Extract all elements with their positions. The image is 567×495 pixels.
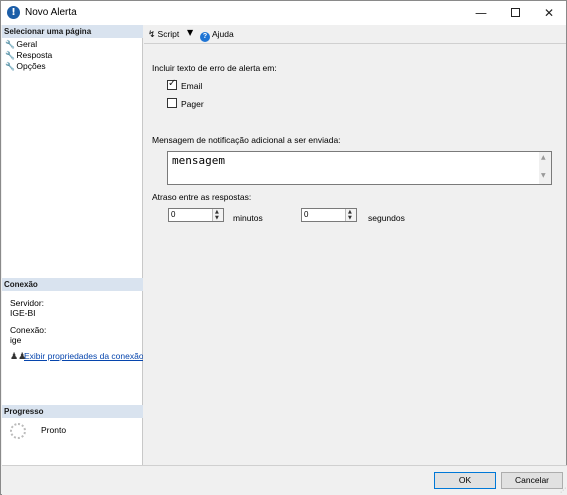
seconds-label: segundos (368, 213, 405, 223)
pager-checkbox[interactable] (167, 98, 177, 108)
window-title: Novo Alerta (25, 7, 77, 18)
help-button[interactable]: ? Ajuda (200, 29, 234, 42)
view-connection-properties-link[interactable]: Exibir propriedades da conexão (24, 351, 143, 361)
scroll-down-icon: ▼ (541, 172, 546, 179)
wrench-icon: 🔧 (5, 40, 15, 49)
delay-label: Atraso entre as respostas: (152, 192, 252, 202)
wrench-icon: 🔧 (5, 62, 15, 71)
scroll-up-icon: ▲ (541, 154, 546, 161)
minutes-stepper[interactable]: 0 ▲ ▼ (168, 208, 224, 222)
stepper-down-icon: ▼ (215, 215, 219, 221)
left-panel: Selecionar uma página 🔧 Geral 🔧 Resposta… (2, 25, 143, 465)
nav-item-resposta[interactable]: 🔧 Resposta (5, 50, 52, 61)
toolbar: ↯ Script ▼ ? Ajuda (144, 25, 566, 44)
server-label: Servidor: (10, 298, 45, 308)
maximize-button[interactable] (498, 1, 532, 25)
cancel-button[interactable]: Cancelar (501, 472, 563, 489)
script-dropdown-icon[interactable]: ▼ (187, 28, 193, 37)
server-value: IGE-BI (10, 308, 36, 318)
pages-header: Selecionar uma página (2, 25, 143, 38)
notification-message-field[interactable]: mensagem ▲ ▼ (167, 151, 552, 185)
help-label: Ajuda (212, 29, 234, 39)
seconds-stepper[interactable]: 0 ▲ ▼ (301, 208, 357, 222)
progress-status: Pronto (41, 425, 67, 435)
progress-spinner-icon (10, 423, 26, 439)
seconds-stepper-buttons[interactable]: ▲ ▼ (345, 209, 356, 221)
close-button[interactable]: ✕ (532, 1, 566, 25)
script-label: Script (157, 29, 180, 39)
connection-header: Conexão (2, 278, 143, 291)
ok-button[interactable]: OK (434, 472, 496, 489)
dialog-footer: OK Cancelar ⋰ (2, 465, 567, 495)
email-label[interactable]: Email (181, 81, 202, 91)
stepper-down-icon: ▼ (348, 215, 352, 221)
minutes-label: minutos (233, 213, 263, 223)
info-icon: ! (7, 6, 20, 19)
script-button[interactable]: ↯ Script (148, 29, 179, 40)
resize-grip-icon[interactable]: ⋰ (560, 487, 566, 494)
textarea-scrollbar[interactable]: ▲ ▼ (539, 152, 551, 184)
main-panel: ↯ Script ▼ ? Ajuda Incluir texto de erro d… (144, 25, 566, 465)
pager-label[interactable]: Pager (181, 99, 204, 109)
help-icon: ? (200, 32, 210, 42)
connection-label: Conexão: (10, 325, 47, 335)
email-checkbox[interactable] (167, 78, 177, 90)
notification-message-value: mensagem (172, 154, 225, 167)
script-icon: ↯ (148, 30, 156, 40)
minimize-button[interactable]: — (464, 1, 498, 25)
notification-message-label: Mensagem de notificação adicional a ser … (152, 135, 341, 145)
nav-item-label: Resposta (16, 50, 53, 60)
nav-item-geral[interactable]: 🔧 Geral (5, 39, 37, 50)
nav-item-label: Opções (16, 61, 46, 71)
wrench-icon: 🔧 (5, 51, 15, 60)
seconds-value: 0 (304, 210, 309, 219)
maximize-icon (510, 8, 520, 17)
dialog-window: ! Novo Alerta — ✕ Selecionar uma página … (0, 0, 567, 495)
include-error-text-label: Incluir texto de erro de alerta em: (152, 63, 277, 73)
progress-header: Progresso (2, 405, 143, 418)
nav-item-label: Geral (16, 39, 38, 49)
minutes-stepper-buttons[interactable]: ▲ ▼ (212, 209, 223, 221)
people-icon: ♟♟ (10, 352, 27, 362)
view-connection-properties: ♟♟Exibir propriedades da conexão (10, 351, 143, 362)
nav-item-opcoes[interactable]: 🔧 Opções (5, 61, 46, 72)
connection-value: ige (10, 335, 22, 345)
minutes-value: 0 (171, 210, 176, 219)
title-bar: ! Novo Alerta — ✕ (1, 1, 566, 25)
